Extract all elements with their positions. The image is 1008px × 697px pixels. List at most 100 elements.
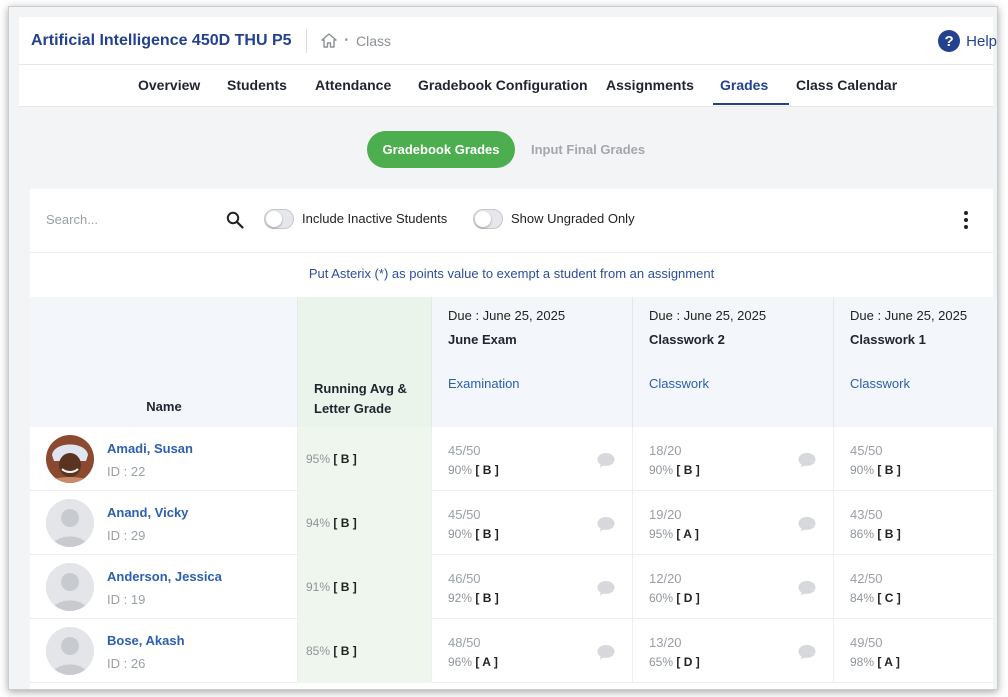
grade-cell[interactable]: 45/50 90% [ B ]: [432, 491, 633, 555]
help-button[interactable]: ? Help: [938, 30, 997, 52]
class-title[interactable]: Artificial Intelligence 450D THU P5: [31, 32, 292, 50]
comment-icon[interactable]: [797, 515, 817, 533]
assignment-column-header[interactable]: Due : June 25, 2025 Classwork 2 Classwor…: [633, 297, 834, 427]
grade-cell[interactable]: 19/20 95% [ A ]: [633, 491, 834, 555]
assignment-title[interactable]: Classwork 2: [649, 332, 725, 347]
comment-icon[interactable]: [797, 579, 817, 597]
grade-percent-value: 95%: [649, 527, 674, 541]
table-row: Anand, Vicky ID : 29 94% [ B ] 45/50 90% [ B…: [30, 491, 993, 555]
comment-icon[interactable]: [797, 643, 817, 661]
running-avg-column-header: Running Avg & Letter Grade: [298, 297, 432, 427]
grade-points[interactable]: 48/50: [448, 635, 481, 650]
help-icon: ?: [938, 30, 961, 52]
grade-cell[interactable]: 48/50 96% [ A ]: [432, 619, 633, 683]
grade-letter: [ B ]: [877, 527, 901, 541]
running-avg-letter: [ B ]: [333, 516, 357, 530]
assignment-due: Due : June 25, 2025: [448, 308, 566, 323]
student-name-link[interactable]: Amadi, Susan: [107, 441, 193, 456]
tab-gradebook-configuration[interactable]: Gradebook Configuration: [418, 77, 588, 93]
grade-percent: 86% [ B ]: [850, 527, 901, 541]
grade-cell[interactable]: 45/50 90% [ B ]: [432, 427, 633, 491]
include-inactive-toggle[interactable]: [264, 209, 294, 229]
student-id: ID : 29: [107, 528, 146, 543]
table-row: Bose, Akash ID : 26 85% [ B ] 48/50 96% [ A …: [30, 619, 993, 683]
grade-letter: [ A ]: [676, 527, 699, 541]
tab-grades[interactable]: Grades: [720, 77, 768, 93]
assignment-category[interactable]: Classwork: [649, 376, 709, 391]
home-icon[interactable]: [320, 33, 337, 48]
running-avg-percent: 91%: [306, 580, 331, 594]
grade-percent: 92% [ B ]: [448, 591, 499, 605]
student-cell: Anand, Vicky ID : 29: [30, 491, 298, 555]
grade-cell[interactable]: 12/20 60% [ D ]: [633, 555, 834, 619]
grade-percent-value: 90%: [649, 463, 674, 477]
grade-percent-value: 92%: [448, 591, 473, 605]
grade-cell[interactable]: 46/50 92% [ B ]: [432, 555, 633, 619]
avatar: [46, 563, 94, 611]
input-final-grades-button[interactable]: Input Final Grades: [531, 142, 645, 157]
grade-cell[interactable]: 13/20 65% [ D ]: [633, 619, 834, 683]
name-column-header[interactable]: Name: [30, 297, 298, 427]
running-avg-header-label: Running Avg & Letter Grade: [314, 379, 407, 419]
grade-letter: [ B ]: [475, 591, 499, 605]
assignment-category[interactable]: Examination: [448, 376, 520, 391]
grade-percent: 98% [ A ]: [850, 655, 900, 669]
comment-icon[interactable]: [596, 579, 616, 597]
search-input[interactable]: Search...: [46, 212, 98, 227]
grade-points[interactable]: 42/50: [850, 571, 883, 586]
assignment-column-header[interactable]: Due : June 25, 2025 Classwork 1 Classwor…: [834, 297, 997, 427]
running-avg-letter: [ B ]: [333, 644, 357, 658]
running-avg-cell: 94% [ B ]: [298, 491, 432, 555]
grade-percent-value: 90%: [850, 463, 875, 477]
search-icon[interactable]: [226, 211, 244, 229]
avatar: [46, 435, 94, 483]
tab-students[interactable]: Students: [227, 77, 287, 93]
grade-percent: 96% [ A ]: [448, 655, 498, 669]
running-avg-header-line-1: Running Avg &: [314, 381, 407, 396]
student-name-link[interactable]: Anderson, Jessica: [107, 569, 222, 584]
comment-icon[interactable]: [596, 643, 616, 661]
grade-points[interactable]: 19/20: [649, 507, 682, 522]
grade-cell[interactable]: 45/50 90% [ B ]: [834, 427, 997, 491]
avatar-placeholder-icon: [46, 627, 94, 675]
grade-percent-value: 98%: [850, 655, 875, 669]
tab-attendance[interactable]: Attendance: [315, 77, 391, 93]
grade-points[interactable]: 46/50: [448, 571, 481, 586]
grade-cell[interactable]: 43/50 86% [ B ]: [834, 491, 997, 555]
student-cell: Amadi, Susan ID : 22: [30, 427, 298, 491]
grade-points[interactable]: 43/50: [850, 507, 883, 522]
grade-points[interactable]: 45/50: [850, 443, 883, 458]
show-ungraded-toggle[interactable]: [473, 209, 503, 229]
grade-letter: [ D ]: [676, 591, 700, 605]
grade-points[interactable]: 49/50: [850, 635, 883, 650]
comment-icon[interactable]: [596, 451, 616, 469]
tab-class-calendar[interactable]: Class Calendar: [796, 77, 897, 93]
grade-cell[interactable]: 42/50 84% [ C ]: [834, 555, 997, 619]
grade-percent: 65% [ D ]: [649, 655, 700, 669]
grade-points[interactable]: 13/20: [649, 635, 682, 650]
kebab-menu-icon[interactable]: [963, 211, 969, 231]
grade-cell[interactable]: 49/50 98% [ A ]: [834, 619, 997, 683]
class-header: Artificial Intelligence 450D THU P5 • Cl…: [19, 17, 997, 65]
assignment-category[interactable]: Classwork: [850, 376, 910, 391]
student-cell: Anderson, Jessica ID : 19: [30, 555, 298, 619]
gradebook-grades-button[interactable]: Gradebook Grades: [367, 131, 515, 168]
grade-points[interactable]: 18/20: [649, 443, 682, 458]
grade-cell[interactable]: 18/20 90% [ B ]: [633, 427, 834, 491]
assignment-column-header[interactable]: Due : June 25, 2025 June Exam Examinatio…: [432, 297, 633, 427]
student-name-link[interactable]: Bose, Akash: [107, 633, 185, 648]
grade-points[interactable]: 45/50: [448, 507, 481, 522]
running-avg-percent: 85%: [306, 644, 331, 658]
assignment-title[interactable]: June Exam: [448, 332, 517, 347]
toggle-knob: [266, 211, 282, 227]
grade-points[interactable]: 45/50: [448, 443, 481, 458]
table-row: Anderson, Jessica ID : 19 91% [ B ] 46/50 92…: [30, 555, 993, 619]
student-name-link[interactable]: Anand, Vicky: [107, 505, 188, 520]
comment-icon[interactable]: [797, 451, 817, 469]
comment-icon[interactable]: [596, 515, 616, 533]
student-id: ID : 22: [107, 464, 146, 479]
grade-points[interactable]: 12/20: [649, 571, 682, 586]
assignment-title[interactable]: Classwork 1: [850, 332, 926, 347]
tab-assignments[interactable]: Assignments: [606, 77, 694, 93]
tab-overview[interactable]: Overview: [138, 77, 200, 93]
